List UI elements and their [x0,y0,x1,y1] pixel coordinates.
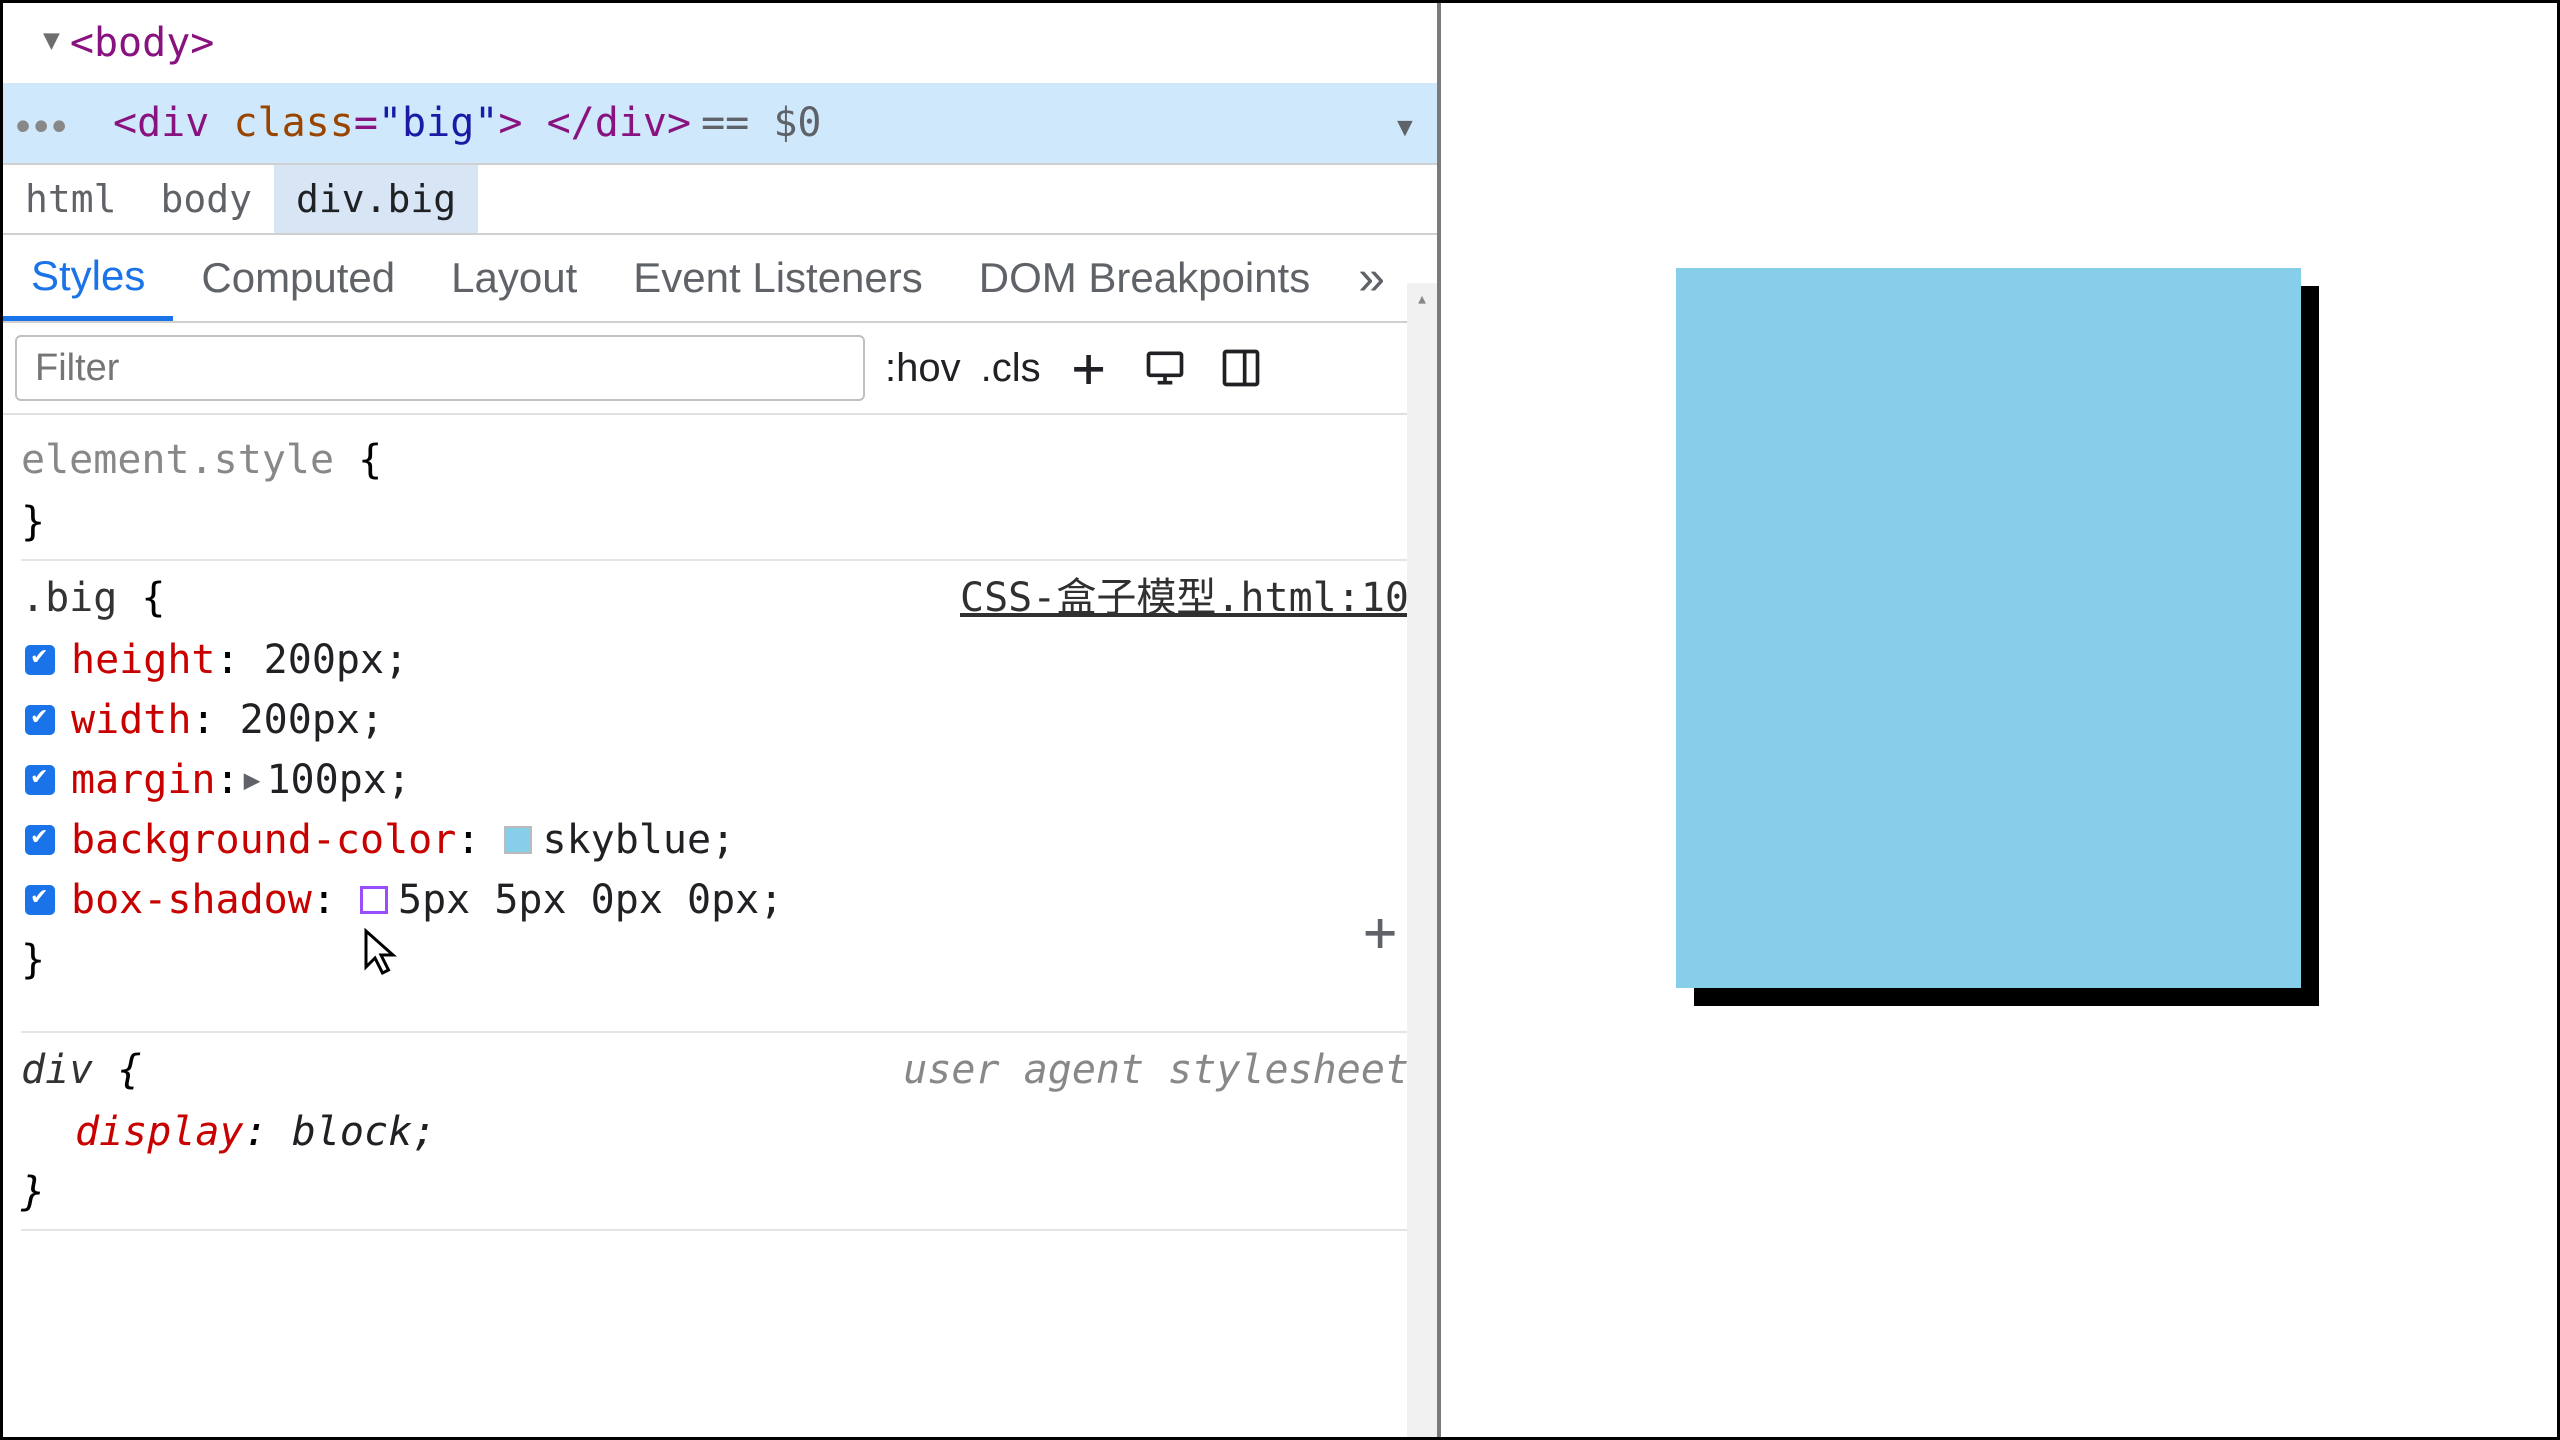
add-declaration-icon[interactable]: + [1363,890,1397,977]
tabs-overflow-icon[interactable]: » [1338,251,1405,306]
selected-node-marker: == $0 [701,100,821,146]
rule-element-style[interactable]: element.style { } [21,429,1419,561]
selector-element-style: element.style [21,437,334,483]
source-link[interactable]: CSS-盒子模型.html:10 [960,567,1409,629]
tab-dom-breakpoints[interactable]: DOM Breakpoints [951,235,1338,321]
breadcrumb-body[interactable]: body [139,165,275,233]
toggle-box-shadow[interactable] [25,885,55,915]
decl-margin[interactable]: margin: ▶ 100px; [21,749,1419,811]
toggle-height[interactable] [25,645,55,675]
user-agent-label: user agent stylesheet [903,1039,1409,1101]
dom-row-selected[interactable]: ••• <div class="big"> </div> == $0 ▾ [3,83,1437,163]
selector-div: div [21,1047,93,1093]
styles-tabs: Styles Computed Layout Event Listeners D… [3,235,1437,323]
rule-big[interactable]: CSS-盒子模型.html:10 .big { height: 200px; w… [21,567,1419,1033]
chevron-down-icon[interactable]: ▾ [1393,103,1417,149]
tab-event-listeners[interactable]: Event Listeners [605,235,951,321]
decl-height[interactable]: height: 200px; [21,629,1419,691]
breadcrumb-divbig[interactable]: div.big [274,165,478,233]
toggle-bgcolor[interactable] [25,825,55,855]
expand-triangle-icon[interactable]: ▼ [43,23,60,56]
selector-big: .big [21,575,117,621]
decl-display-ua: display: block; [21,1101,1419,1163]
breadcrumb-html[interactable]: html [3,165,139,233]
dom-row-body[interactable]: ▼ <body> [3,3,1437,83]
overflow-dots-icon[interactable]: ••• [11,105,65,151]
styles-toolbar: :hov .cls + [3,323,1437,415]
device-icon[interactable] [1137,340,1193,396]
toggle-sidebar-icon[interactable] [1213,340,1269,396]
color-swatch-icon[interactable] [504,826,532,854]
filter-input[interactable] [15,335,865,401]
hov-toggle[interactable]: :hov [885,346,961,391]
decl-box-shadow[interactable]: box-shadow: 5px 5px 0px 0px; [21,869,1419,931]
scroll-up-icon[interactable]: ▴ [1407,283,1437,313]
page-preview [1441,3,2557,1437]
rendered-div-big [1676,268,2301,988]
cls-toggle[interactable]: .cls [981,346,1041,391]
new-style-rule-icon[interactable]: + [1061,340,1117,396]
decl-width[interactable]: width: 200px; [21,689,1419,751]
breadcrumb: html body div.big [3,163,1437,235]
expand-shorthand-icon[interactable]: ▶ [244,758,261,801]
tab-computed[interactable]: Computed [173,235,423,321]
toggle-margin[interactable] [25,765,55,795]
tab-layout[interactable]: Layout [423,235,605,321]
toggle-width[interactable] [25,705,55,735]
scrollbar[interactable]: ▴ [1407,283,1437,1437]
decl-background-color[interactable]: background-color: skyblue; [21,809,1419,871]
rule-div-ua: user agent stylesheet div { display: blo… [21,1039,1419,1231]
tab-styles[interactable]: Styles [3,235,173,321]
shadow-swatch-icon[interactable] [360,886,388,914]
